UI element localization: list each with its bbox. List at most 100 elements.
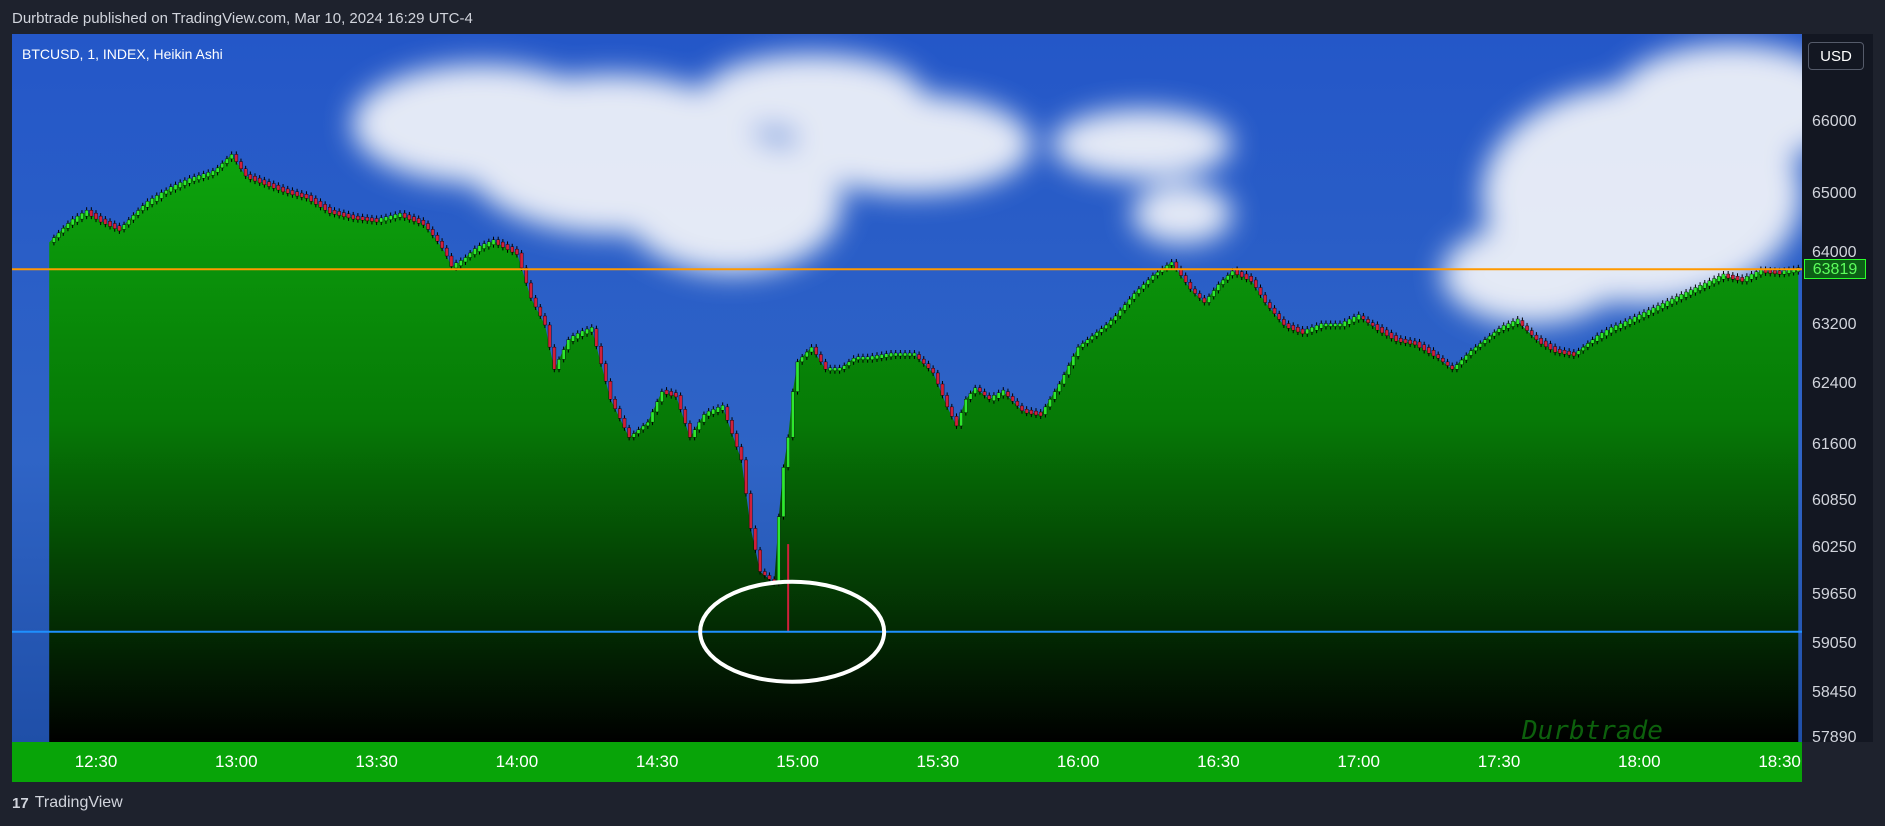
- candle-up: [875, 355, 879, 360]
- candle-up: [1132, 293, 1137, 300]
- candle-up: [84, 209, 89, 217]
- candle-down: [1282, 319, 1286, 326]
- candle-up: [458, 260, 463, 266]
- candle-down: [365, 217, 370, 222]
- candle-down: [1263, 294, 1267, 303]
- candle-down: [603, 363, 608, 382]
- candle-up: [571, 335, 575, 342]
- candle-down: [1534, 334, 1539, 340]
- candle-down: [762, 571, 767, 576]
- candle-up: [388, 215, 393, 220]
- candle-down: [1562, 350, 1567, 355]
- candle-down: [299, 192, 304, 198]
- candle-up: [847, 361, 851, 366]
- candle-up: [1066, 365, 1071, 375]
- candle-down: [1277, 313, 1281, 320]
- candle-up: [201, 173, 206, 179]
- candle-up: [1127, 298, 1132, 305]
- candle-up: [159, 192, 164, 199]
- candle-down: [1731, 274, 1735, 280]
- candle-down: [1553, 346, 1557, 353]
- candle-down: [430, 229, 435, 236]
- candle-down: [1450, 365, 1455, 370]
- candle-up: [585, 328, 589, 335]
- candle-down: [767, 575, 772, 580]
- candle-up: [1595, 335, 1600, 342]
- candle-down: [1539, 338, 1543, 345]
- candle-up: [1721, 273, 1726, 280]
- candle-down: [276, 185, 281, 191]
- candle-up: [1660, 303, 1665, 309]
- candle-down: [243, 168, 248, 177]
- candle-up: [1483, 339, 1487, 344]
- chart-area[interactable]: BTCUSD, 1, INDEX, Heikin Ashi Durbtrade: [12, 34, 1802, 742]
- candle-down: [739, 446, 744, 461]
- candle-up: [1745, 276, 1749, 282]
- candle-down: [309, 195, 313, 202]
- candle-up: [646, 421, 650, 427]
- candle-down: [1413, 340, 1417, 346]
- candle-up: [870, 355, 875, 360]
- candle-up: [1080, 343, 1085, 348]
- x-tick-label: 14:30: [635, 752, 679, 771]
- candle-up: [1076, 346, 1080, 357]
- candle-up: [1342, 321, 1347, 327]
- candle-up: [1674, 296, 1679, 302]
- candle-up: [1632, 316, 1637, 323]
- candle-down: [978, 387, 982, 392]
- candle-up: [1576, 350, 1581, 355]
- time-axis[interactable]: 12:30 13:00 13:30 14:00 14:30 15:00 15:30 16:00…: [12, 742, 1802, 782]
- candle-down: [262, 179, 267, 185]
- candle-up: [384, 216, 388, 222]
- candle-up: [720, 405, 725, 411]
- candle-down: [356, 215, 360, 220]
- candle-down: [449, 255, 454, 267]
- candle-up: [1698, 285, 1702, 291]
- tradingview-logo-icon[interactable]: 17: [12, 795, 29, 812]
- candle-up: [776, 516, 781, 584]
- candle-up: [1225, 275, 1230, 281]
- candle-down: [421, 220, 426, 226]
- symbol-label[interactable]: BTCUSD, 1, INDEX, Heikin Ashi: [22, 46, 223, 62]
- candle-up: [1165, 265, 1169, 269]
- candle-down: [1188, 282, 1193, 290]
- candle-down: [1557, 349, 1562, 354]
- candle-down: [515, 248, 519, 255]
- candle-up: [80, 212, 84, 220]
- candle-up: [809, 346, 814, 353]
- candle-up: [1090, 335, 1094, 340]
- candle-up: [964, 399, 968, 413]
- candle-up: [1071, 356, 1076, 366]
- y-tick-label: 59050: [1812, 635, 1857, 652]
- candle-up: [1310, 326, 1314, 333]
- candle-down: [1361, 315, 1366, 320]
- candle-down: [1272, 307, 1277, 314]
- candle-down: [290, 190, 295, 195]
- candle-up: [861, 356, 865, 360]
- candle-down: [940, 383, 945, 396]
- candle-down: [921, 358, 926, 364]
- candle-down: [318, 201, 323, 208]
- candle-down: [267, 181, 271, 187]
- currency-button[interactable]: USD: [1808, 42, 1864, 70]
- candle-down: [1034, 410, 1038, 416]
- candle-down: [987, 395, 992, 400]
- candle-up: [1043, 406, 1048, 415]
- candle-up: [1651, 307, 1656, 314]
- candle-up: [1356, 314, 1361, 320]
- candle-up: [192, 176, 197, 182]
- candle-down: [1398, 338, 1403, 343]
- candle-down: [1431, 350, 1436, 357]
- y-tick-label: 63200: [1812, 316, 1857, 333]
- footer-brand[interactable]: TradingView: [35, 794, 123, 812]
- candle-up: [1151, 275, 1155, 281]
- candle-down: [931, 368, 935, 374]
- candle-up: [903, 352, 907, 357]
- candle-up: [122, 224, 126, 230]
- candle-down: [1543, 340, 1548, 347]
- price-chart[interactable]: [12, 34, 1802, 742]
- candle-down: [1572, 351, 1576, 357]
- candle-up: [1469, 350, 1473, 356]
- candle-up: [1314, 325, 1319, 331]
- candle-up: [561, 349, 566, 360]
